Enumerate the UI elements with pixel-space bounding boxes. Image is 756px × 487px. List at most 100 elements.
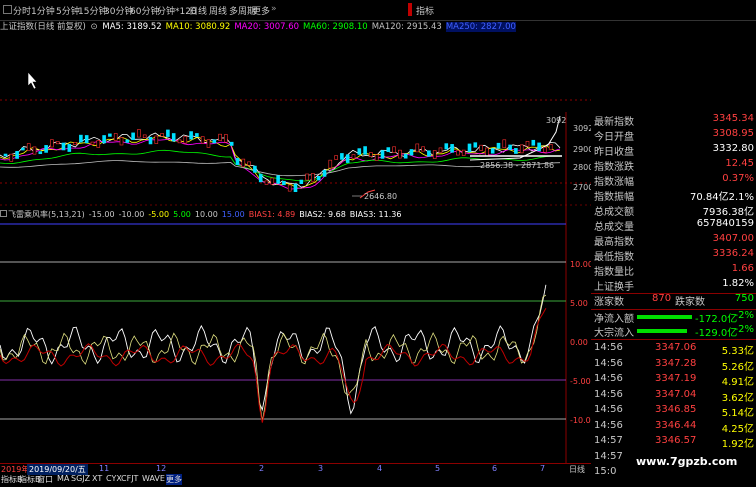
kline-candle — [543, 146, 547, 153]
period-tab-5min[interactable]: 5分钟 — [56, 4, 80, 17]
indicator-tab[interactable]: MA — [57, 474, 69, 483]
bias-line — [0, 284, 547, 415]
indicator-tab[interactable]: CFJT — [121, 474, 138, 483]
kline-candle — [229, 141, 234, 146]
quote-label: 指数涨幅 — [594, 177, 634, 188]
period-tab-60min[interactable]: 60分钟 — [130, 4, 159, 17]
flow-bar — [637, 315, 692, 319]
kline-candle — [363, 146, 367, 155]
indicator-legend-item: BIAS2: 9.68 — [299, 210, 346, 219]
kline-candle — [102, 135, 106, 144]
quote-row: 指数涨跌 12.45 — [591, 158, 756, 173]
quote-row: 指数振幅 70.84亿2.1% — [591, 188, 756, 203]
indicator-toggle-icon[interactable] — [0, 210, 7, 217]
tick-volume: 5.14亿 — [721, 408, 754, 419]
tick-price: 3346.44 — [655, 419, 697, 431]
price-tick: 3092 — [573, 124, 591, 133]
bottom-bar: 2019年 2019/09/20/五 11 12 2 3 4 5 6 7 日线 … — [0, 463, 591, 487]
period-tab-more[interactable]: 更多 — [252, 4, 270, 17]
tick-time: 14:56 — [594, 419, 623, 431]
quote-value: 7936.38亿 — [702, 207, 754, 218]
annotation-range: 2856.38 - 2871.86 — [480, 161, 554, 170]
kline-candle — [415, 143, 420, 153]
date-label: 6 — [492, 464, 498, 473]
kline-series — [0, 115, 562, 199]
indicator-legend-item: -10.00 — [118, 210, 145, 219]
quote-label: 今日开盘 — [594, 132, 634, 143]
quote-label: 指数量比 — [594, 267, 634, 278]
divider-marker — [408, 3, 412, 16]
kline-candle — [380, 150, 385, 159]
kline-candle — [299, 179, 304, 184]
chevron-right-icon[interactable]: » — [271, 4, 277, 14]
advance-decline-row: 涨家数 870 跌家数 750 — [591, 293, 756, 309]
kline-candle — [316, 176, 321, 181]
kline-candle — [61, 142, 66, 151]
watermark-text: www.7gpzb.com — [636, 455, 738, 468]
period-tab-fenshi[interactable]: 分时 — [13, 4, 31, 17]
tick-volume: 4.25亿 — [721, 423, 754, 435]
indicator-legend: 飞雷乘风率(5,13,21) -15.00 -10.00 -5.00 5.00 10.00… — [0, 209, 405, 220]
kline-candle — [311, 173, 315, 182]
quote-row: 最新指数 3345.34 — [591, 113, 756, 128]
indicator-tick: 5.00 — [570, 299, 588, 308]
date-label: 12 — [156, 464, 167, 473]
kline-candle — [26, 143, 31, 152]
period-tab-daily[interactable]: 日线 — [189, 4, 207, 17]
quote-row: 指数涨幅 0.37% — [591, 173, 756, 188]
kline-candle — [166, 129, 170, 137]
quote-label: 总成交额 — [594, 207, 634, 218]
kline-candle — [322, 170, 327, 177]
kline-candle — [450, 144, 454, 153]
kline-candle — [195, 133, 199, 137]
kline-candle — [287, 184, 292, 192]
bias-series — [0, 284, 547, 423]
kline-candle — [73, 142, 77, 146]
kline-candle — [50, 139, 54, 148]
quote-value: 70.84亿2.1% — [689, 192, 754, 203]
indicator-tab[interactable]: WAVE — [142, 474, 165, 483]
kline-candle — [137, 129, 141, 138]
tick-row: 15:0 — [591, 466, 756, 481]
quote-row: 最高指数 3407.00 — [591, 233, 756, 248]
quote-row: 总成交量 657840159 — [591, 218, 756, 233]
flow-pct: -2% — [734, 324, 754, 335]
kline-candle — [258, 173, 263, 183]
quote-label: 总成交量 — [594, 222, 634, 233]
quote-row: 上证换手 1.82% — [591, 278, 756, 293]
kline-candle — [351, 154, 356, 159]
indicator-tab[interactable]: CYX — [106, 474, 122, 483]
quote-label: 最高指数 — [594, 237, 634, 248]
tick-row: 14:56 3347.28 5.26亿 — [591, 358, 756, 373]
quote-row: 最低指数 3336.24 — [591, 248, 756, 263]
indicator-legend-item: BIAS1: 4.89 — [248, 210, 296, 219]
period-tab-1min[interactable]: 1分钟 — [31, 4, 55, 17]
tick-price: 3347.19 — [655, 373, 697, 384]
tick-row: 14:56 3346.85 5.14亿 — [591, 404, 756, 419]
kline-candle — [392, 146, 396, 153]
toolbar-checkbox[interactable] — [3, 5, 12, 14]
kline-candle — [32, 146, 37, 155]
kline-candle — [148, 136, 153, 145]
kline-candle — [218, 133, 222, 141]
net-inflow-row: 净流入额 -172.0亿 -2% — [591, 310, 756, 325]
kline-candle — [485, 147, 489, 157]
kline-candle — [142, 134, 147, 138]
date-label: 3 — [318, 464, 324, 473]
kline-candle — [438, 147, 443, 153]
indicator-tab[interactable]: 更多 — [166, 474, 182, 485]
indicator-tab[interactable]: 窗口 — [37, 474, 53, 485]
block-inflow-row: 大宗流入 -129.0亿 -2% — [591, 324, 756, 339]
period-label: 日线 — [569, 465, 585, 474]
quote-value: 3407.00 — [712, 233, 754, 244]
kline-candle — [253, 165, 257, 173]
indicator-tick: 0.00 — [570, 338, 588, 347]
kline-candle — [479, 144, 483, 151]
indicator-tab[interactable]: SGJZ — [71, 474, 90, 483]
kline-candle — [154, 135, 159, 144]
indicator-menu[interactable]: 指标 — [416, 4, 434, 17]
indicator-tab[interactable]: XT — [92, 474, 102, 483]
quote-value: 657840159 — [696, 218, 754, 229]
quote-value: 3332.80 — [712, 143, 754, 154]
period-tab-weekly[interactable]: 周线 — [209, 4, 227, 17]
